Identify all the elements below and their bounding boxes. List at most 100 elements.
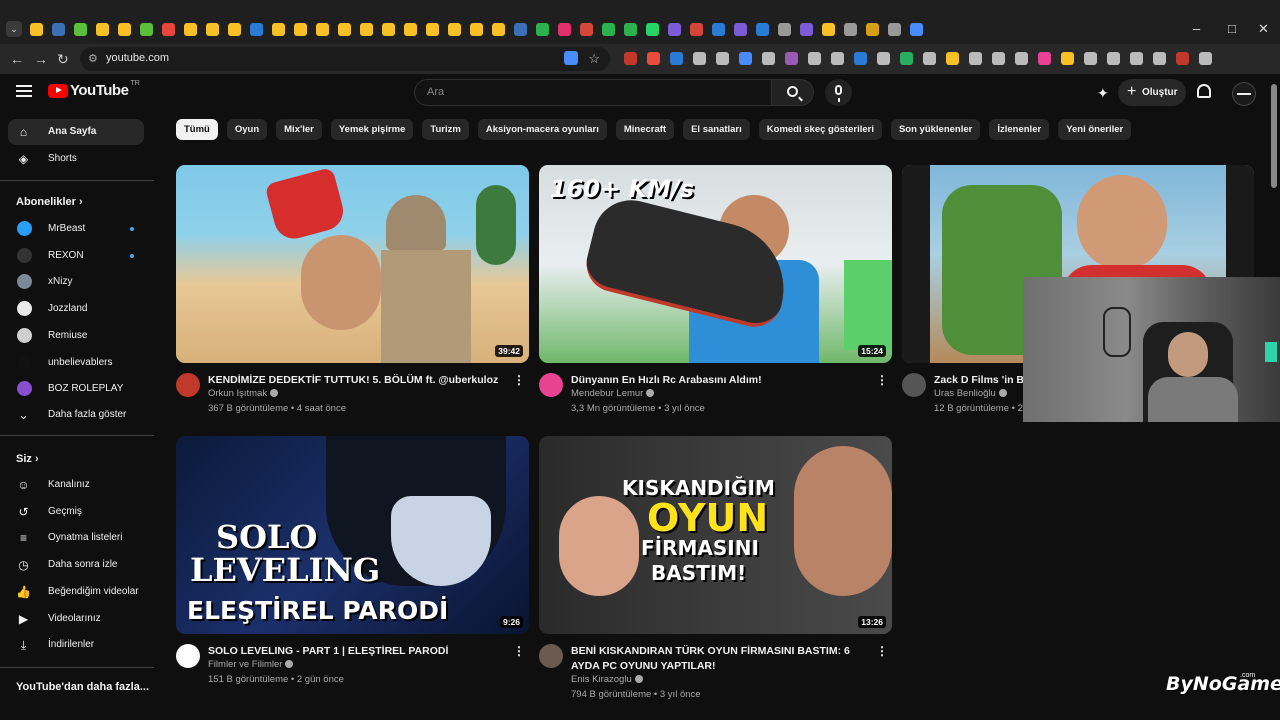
video-thumbnail[interactable]: 39:42 xyxy=(176,165,529,363)
sidebar-subscription-item[interactable]: Jozzland xyxy=(8,296,144,322)
filter-chip[interactable]: Turizm xyxy=(422,119,469,140)
video-title[interactable]: KENDİMİZE DEDEKTİF TUTTUK! 5. BÖLÜM ft. … xyxy=(208,373,508,388)
sidebar-item-shorts[interactable]: ◈ Shorts xyxy=(8,146,144,172)
tab-favicon-icon[interactable] xyxy=(30,23,43,36)
sidebar-item-playlist[interactable]: ≡ Oynatma listeleri xyxy=(8,525,144,551)
tab-favicon-icon[interactable] xyxy=(778,23,791,36)
close-icon[interactable]: ✕ xyxy=(1258,21,1269,37)
more-options-icon[interactable]: ⋮ xyxy=(876,373,888,387)
video-thumbnail[interactable]: KISKANDIĞIM OYUN FİRMASINI BASTIM! 13:26 xyxy=(539,436,892,634)
tab-favicon-icon[interactable] xyxy=(470,23,483,36)
voice-search-button[interactable] xyxy=(825,79,852,106)
notifications-bell-icon[interactable] xyxy=(1197,84,1211,98)
video-title[interactable]: BENİ KISKANDIRAN TÜRK OYUN FİRMASINI BAS… xyxy=(571,644,871,674)
extension-icon[interactable] xyxy=(647,52,660,65)
tab-favicon-icon[interactable] xyxy=(250,23,263,36)
tab-favicon-icon[interactable] xyxy=(580,23,593,36)
tab-favicon-icon[interactable] xyxy=(96,23,109,36)
tab-favicon-icon[interactable] xyxy=(822,23,835,36)
tab-favicon-icon[interactable] xyxy=(514,23,527,36)
channel-avatar[interactable] xyxy=(176,644,200,668)
tab-favicon-icon[interactable] xyxy=(404,23,417,36)
video-card[interactable]: KISKANDIĞIM OYUN FİRMASINI BASTIM! 13:26… xyxy=(539,436,892,701)
sidebar-subscription-item[interactable]: Remiuse xyxy=(8,323,144,349)
tab-favicon-icon[interactable] xyxy=(756,23,769,36)
video-thumbnail[interactable]: SOLO LEVELING ELEŞTİREL PARODİ 9:26 xyxy=(176,436,529,634)
filter-chip[interactable]: Aksiyon-macera oyunları xyxy=(477,119,607,140)
sidebar-item-like[interactable]: 👍 Beğendiğim videolar xyxy=(8,579,144,605)
tab-favicon-icon[interactable] xyxy=(844,23,857,36)
tab-favicon-icon[interactable] xyxy=(800,23,813,36)
gemini-spark-icon[interactable]: ✦ xyxy=(1097,85,1109,102)
channel-name[interactable]: Orkun Işıtmak xyxy=(208,388,279,399)
address-bar[interactable]: ⚙ youtube.com ☆ xyxy=(80,47,610,71)
back-icon[interactable]: ← xyxy=(10,51,24,67)
tab-favicon-icon[interactable] xyxy=(602,23,615,36)
tab-favicon-icon[interactable] xyxy=(624,23,637,36)
filter-chip[interactable]: Tümü xyxy=(176,119,218,140)
forward-icon[interactable]: → xyxy=(34,51,48,67)
search-input[interactable] xyxy=(427,86,757,98)
tab-favicon-icon[interactable] xyxy=(74,23,87,36)
tab-favicon-icon[interactable] xyxy=(360,23,373,36)
extension-icon[interactable] xyxy=(1061,52,1074,65)
tab-favicon-icon[interactable] xyxy=(558,23,571,36)
channel-name[interactable]: Enis Kirazoglu xyxy=(571,674,643,685)
page-scrollbar[interactable] xyxy=(1271,84,1277,188)
account-avatar[interactable] xyxy=(1232,82,1256,106)
tab-favicon-icon[interactable] xyxy=(140,23,153,36)
extension-icon[interactable] xyxy=(831,52,844,65)
youtube-logo[interactable]: YouTube TR xyxy=(48,80,140,99)
hamburger-menu-icon[interactable] xyxy=(16,85,32,97)
maximize-icon[interactable]: □ xyxy=(1228,21,1236,36)
filter-chip[interactable]: Minecraft xyxy=(615,119,675,140)
tab-favicon-icon[interactable] xyxy=(668,23,681,36)
tab-favicon-icon[interactable] xyxy=(338,23,351,36)
site-info-icon[interactable]: ⚙ xyxy=(88,52,98,65)
url-text[interactable]: youtube.com xyxy=(106,52,169,64)
tab-favicon-icon[interactable] xyxy=(228,23,241,36)
subscriptions-heading[interactable]: Abonelikler › xyxy=(16,196,83,208)
filter-chip[interactable]: Yeni öneriler xyxy=(1058,119,1132,140)
extension-icon[interactable] xyxy=(923,52,936,65)
extension-icon[interactable] xyxy=(1176,52,1189,65)
more-options-icon[interactable]: ⋮ xyxy=(513,373,525,387)
more-options-icon[interactable]: ⋮ xyxy=(513,644,525,658)
extension-icon[interactable] xyxy=(1153,52,1166,65)
tab-favicon-icon[interactable] xyxy=(426,23,439,36)
you-heading[interactable]: Siz › xyxy=(16,453,39,465)
tab-favicon-icon[interactable] xyxy=(162,23,175,36)
sidebar-subscription-item[interactable]: xNizy xyxy=(8,269,144,295)
extension-icon[interactable] xyxy=(693,52,706,65)
channel-name[interactable]: Mendebur Lemur xyxy=(571,388,655,399)
sidebar-item-download[interactable]: ⤓ İndirilenler xyxy=(8,632,144,658)
sidebar-item-channel[interactable]: ☺ Kanalınız xyxy=(8,472,144,498)
channel-name[interactable]: Filmler ve Filimler xyxy=(208,659,294,670)
video-title[interactable]: Dünyanın En Hızlı Rc Arabasını Aldım! xyxy=(571,373,871,388)
filter-chip[interactable]: El sanatları xyxy=(683,119,750,140)
extension-icon[interactable] xyxy=(877,52,890,65)
video-card[interactable]: 160+ KM/s 15:24 Dünyanın En Hızlı Rc Ara… xyxy=(539,165,892,414)
channel-avatar[interactable] xyxy=(176,373,200,397)
tab-favicon-icon[interactable] xyxy=(272,23,285,36)
sidebar-item-your-videos[interactable]: ▶ Videolarınız xyxy=(8,606,144,632)
sidebar-item-clock[interactable]: ◷ Daha sonra izle xyxy=(8,552,144,578)
filter-chip[interactable]: Oyun xyxy=(226,119,268,140)
tab-favicon-icon[interactable] xyxy=(734,23,747,36)
tab-favicon-icon[interactable] xyxy=(52,23,65,36)
extension-icon[interactable] xyxy=(1038,52,1051,65)
extension-icon[interactable] xyxy=(900,52,913,65)
video-card[interactable]: SOLO LEVELING ELEŞTİREL PARODİ 9:26 SOLO… xyxy=(176,436,529,686)
extension-icon[interactable] xyxy=(716,52,729,65)
sidebar-item-home[interactable]: ⌂ Ana Sayfa xyxy=(8,119,144,145)
tab-favicon-icon[interactable] xyxy=(206,23,219,36)
tab-favicon-icon[interactable] xyxy=(866,23,879,36)
extension-icon[interactable] xyxy=(739,52,752,65)
minimize-icon[interactable]: – xyxy=(1193,21,1200,36)
extension-icon[interactable] xyxy=(762,52,775,65)
create-button[interactable]: + Oluştur xyxy=(1118,79,1186,106)
channel-name[interactable]: Uras Benlioğlu xyxy=(934,388,1007,399)
tab-favicon-icon[interactable] xyxy=(118,23,131,36)
tab-favicon-icon[interactable] xyxy=(646,23,659,36)
extension-icon[interactable] xyxy=(1015,52,1028,65)
